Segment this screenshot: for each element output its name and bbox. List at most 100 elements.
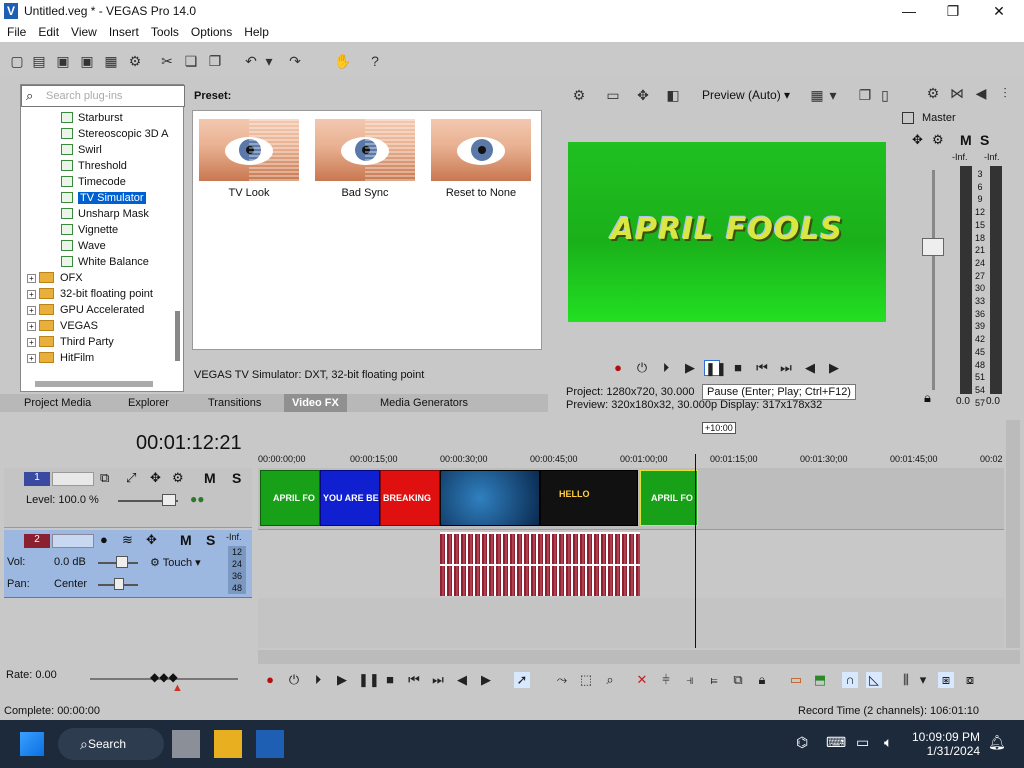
lock-icon[interactable]: 🔒︎: [754, 672, 770, 688]
time-ruler[interactable]: 00:00:00;00 00:00:15;00 00:00:30;00 00:0…: [258, 448, 1004, 468]
trim-end-icon[interactable]: ⫢: [706, 672, 722, 688]
previous-frame-icon[interactable]: ◀: [454, 672, 470, 688]
close-button[interactable]: ✕: [984, 2, 1014, 20]
track2-solo-button[interactable]: S: [206, 532, 215, 548]
pause-icon[interactable]: ❚❚: [704, 360, 727, 376]
record-icon[interactable]: ●: [262, 672, 278, 688]
tree-vertical-scrollbar[interactable]: [175, 311, 180, 361]
undo-icon[interactable]: ↶: [242, 52, 260, 70]
render-icon[interactable]: ▦: [102, 52, 120, 70]
taskbar-search[interactable]: ⌕ Search: [58, 728, 164, 760]
minimize-button[interactable]: —: [894, 2, 924, 20]
playhead-cursor[interactable]: [695, 454, 696, 648]
network-icon[interactable]: ⌬: [796, 734, 808, 751]
preset-tv-look[interactable]: TV Look: [199, 119, 299, 209]
menu-tools[interactable]: Tools: [144, 22, 184, 39]
expand-icon[interactable]: +: [27, 338, 36, 347]
timeline-vertical-scrollbar[interactable]: [1006, 420, 1020, 648]
invert-phase-icon[interactable]: ≋: [122, 532, 133, 548]
video-clip[interactable]: APRIL FO: [260, 470, 320, 526]
play-icon[interactable]: ▶: [334, 672, 350, 688]
file-explorer-icon[interactable]: [214, 730, 242, 758]
lock-envelopes-icon[interactable]: ⧆: [938, 672, 954, 688]
tree-folder-hitfilm[interactable]: + HitFilm: [27, 352, 94, 368]
track-name-field[interactable]: [52, 472, 94, 486]
preset-bad-sync[interactable]: Bad Sync: [315, 119, 415, 209]
next-frame-icon[interactable]: ▶: [478, 672, 494, 688]
save-icon[interactable]: ▣: [54, 52, 72, 70]
tree-item-starburst[interactable]: Starburst: [61, 112, 123, 128]
loop-icon[interactable]: ⏻: [634, 360, 650, 376]
master-fx-icon[interactable]: [902, 112, 914, 124]
preset-reset-to-none[interactable]: Reset to None: [431, 119, 531, 209]
copy-icon[interactable]: ❏: [182, 52, 200, 70]
tab-explorer[interactable]: Explorer: [120, 394, 177, 412]
expand-icon[interactable]: +: [27, 290, 36, 299]
copy-snapshot-icon[interactable]: ❐: [856, 86, 874, 104]
menu-options[interactable]: Options: [184, 22, 237, 39]
ignore-grouping-icon[interactable]: ⧇: [962, 672, 978, 688]
properties-gear-icon[interactable]: ⚙: [126, 52, 144, 70]
tree-item-tv-simulator[interactable]: TV Simulator: [61, 192, 146, 208]
region-icon[interactable]: ⬒: [812, 672, 828, 688]
preview-quality-dropdown[interactable]: Preview (Auto) ▾: [702, 88, 790, 102]
timeline-horizontal-scrollbar[interactable]: [258, 650, 1020, 664]
step-forward-icon[interactable]: ▶: [826, 360, 842, 376]
menu-help[interactable]: Help: [237, 22, 274, 39]
save-as-icon[interactable]: ▣: [78, 52, 96, 70]
video-clip[interactable]: [440, 470, 540, 526]
dim-icon[interactable]: ◀: [972, 84, 990, 102]
level-slider-handle[interactable]: [162, 494, 176, 506]
ripple-edit-icon[interactable]: ⫼: [898, 672, 914, 688]
tree-item-vignette[interactable]: Vignette: [61, 224, 118, 240]
tree-item-wave[interactable]: Wave: [61, 240, 106, 256]
tree-item-unsharp-mask[interactable]: Unsharp Mask: [61, 208, 149, 224]
video-clip[interactable]: BREAKING: [380, 470, 440, 526]
tree-folder-gpu[interactable]: + GPU Accelerated: [27, 304, 144, 320]
audio-fx-icon[interactable]: ✥: [146, 532, 157, 548]
video-clip[interactable]: APRIL FO: [640, 470, 698, 526]
play-icon[interactable]: ▶: [682, 360, 698, 376]
tree-folder-third-party[interactable]: + Third Party: [27, 336, 114, 352]
undo-dropdown-icon[interactable]: ▾: [264, 52, 274, 70]
track2-mute-button[interactable]: M: [180, 532, 192, 548]
video-clip[interactable]: HELLO: [540, 470, 638, 526]
plugin-search-input[interactable]: Search plug-ins: [46, 90, 122, 102]
video-fx-gear-icon[interactable]: ⚙: [570, 86, 588, 104]
tab-media-generators[interactable]: Media Generators: [372, 394, 476, 412]
vegas-taskbar-icon[interactable]: [256, 730, 284, 758]
display-icon[interactable]: ▭: [856, 734, 869, 751]
go-to-end-icon[interactable]: ⏭: [430, 672, 446, 688]
track1-mute-button[interactable]: M: [204, 470, 216, 486]
step-back-icon[interactable]: ◀: [802, 360, 818, 376]
video-track-header[interactable]: 1 ⧉ ⤢ ✥ ⚙ M S Level: 100.0 % ●●: [4, 468, 252, 528]
new-icon[interactable]: ▢: [8, 52, 26, 70]
trim-start-icon[interactable]: ⫣: [682, 672, 698, 688]
master-fx-gear-icon[interactable]: ⚙: [932, 132, 944, 148]
cut-icon[interactable]: ✂: [158, 52, 176, 70]
downmix-icon[interactable]: ⋈: [948, 84, 966, 102]
track-motion-icon[interactable]: ⤢: [126, 470, 136, 486]
open-icon[interactable]: ▤: [30, 52, 48, 70]
keyboard-icon[interactable]: ⌨: [826, 734, 846, 751]
trim-icon[interactable]: ⫩: [658, 672, 674, 688]
stop-icon[interactable]: ■: [382, 672, 398, 688]
stop-icon[interactable]: ■: [730, 360, 746, 376]
loop-icon[interactable]: ⏻: [286, 672, 302, 688]
vol-slider-handle[interactable]: [116, 556, 128, 568]
tab-video-fx[interactable]: Video FX: [284, 394, 347, 412]
play-from-start-icon[interactable]: ⏵: [658, 360, 674, 376]
master-pan-icon[interactable]: ✥: [912, 132, 923, 148]
track-fx-gear-icon[interactable]: ⚙: [172, 470, 184, 486]
save-snapshot-icon[interactable]: ▯: [876, 86, 894, 104]
parent-child-icon[interactable]: ✥: [150, 470, 161, 486]
auto-crossfade-icon[interactable]: ◺: [866, 672, 882, 688]
tree-folder-vegas[interactable]: + VEGAS: [27, 320, 98, 336]
grid-dropdown-icon[interactable]: ▾: [828, 86, 838, 104]
composite-mode-icon[interactable]: ●●: [190, 492, 205, 506]
redo-icon[interactable]: ↷: [286, 52, 304, 70]
task-view-icon[interactable]: [172, 730, 200, 758]
audio-clip[interactable]: [440, 532, 640, 596]
ripple-dropdown-icon[interactable]: ▾: [918, 672, 928, 688]
help-icon[interactable]: ?: [366, 52, 384, 70]
